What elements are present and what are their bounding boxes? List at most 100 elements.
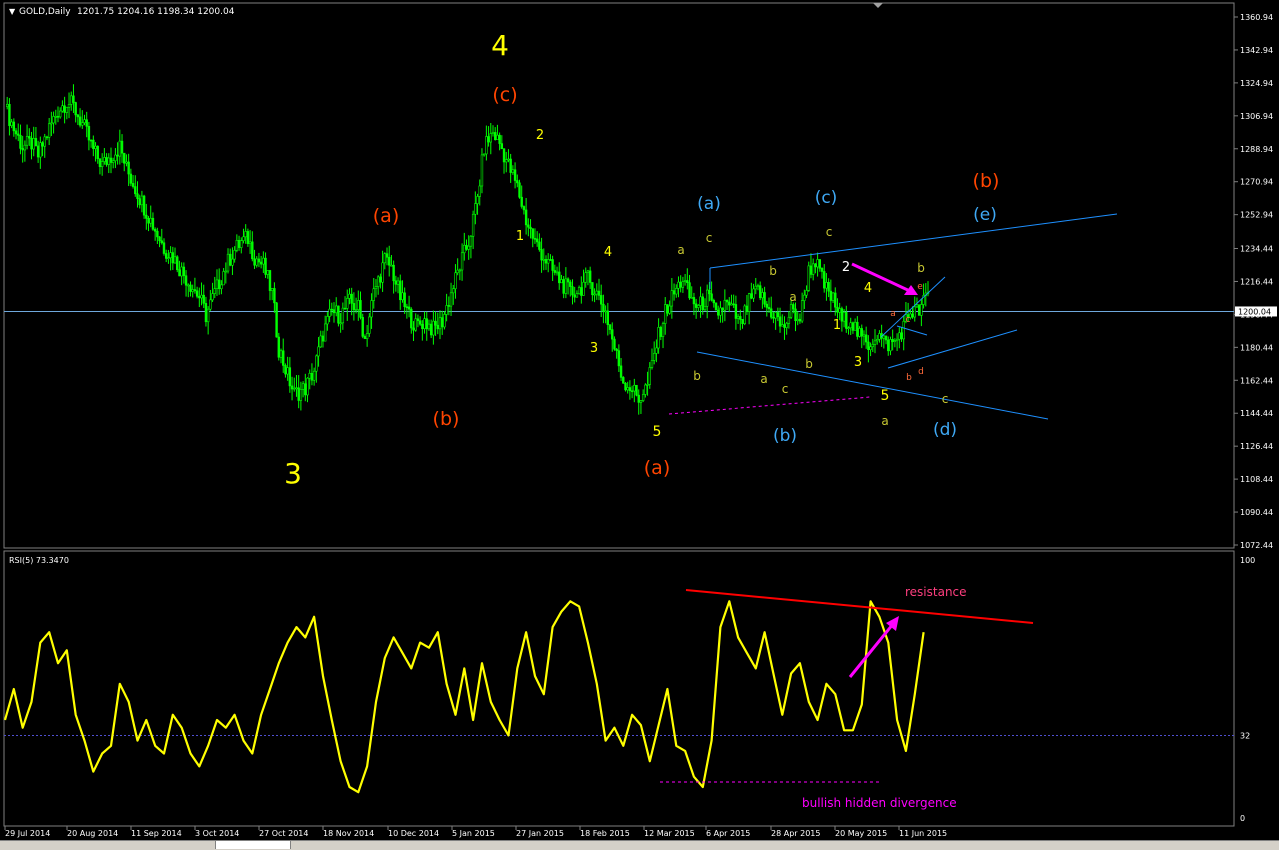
candle-body xyxy=(343,307,347,310)
candle-body xyxy=(114,154,117,162)
candle-body xyxy=(187,284,190,287)
candle-body xyxy=(809,265,813,275)
tab-2[interactable] xyxy=(216,841,291,849)
candle-body xyxy=(297,387,300,401)
candle-body xyxy=(284,365,287,375)
candle-body xyxy=(829,290,833,301)
candle-body xyxy=(107,157,110,165)
candle-body xyxy=(78,116,82,126)
candle-body xyxy=(463,244,466,254)
candle-body xyxy=(524,209,528,226)
candle-body xyxy=(145,214,148,219)
candle-body xyxy=(778,316,782,327)
candle-body xyxy=(206,308,210,323)
candle-body xyxy=(217,279,221,290)
candle-body xyxy=(825,281,828,289)
candle-body xyxy=(920,304,923,316)
candle-body xyxy=(842,312,846,322)
candle-body xyxy=(445,305,448,315)
candle-body xyxy=(584,272,587,283)
candle-body xyxy=(321,335,325,342)
tab-1[interactable] xyxy=(0,841,216,849)
candle-body xyxy=(30,137,33,150)
candle-body xyxy=(876,339,879,342)
candle-body xyxy=(803,294,806,301)
candle-body xyxy=(341,307,345,324)
candle-body xyxy=(732,303,735,306)
price-tick-label: 1216.44 xyxy=(1240,277,1273,286)
candle-body xyxy=(717,309,720,316)
candle-body xyxy=(81,122,84,126)
candle-body xyxy=(500,143,504,150)
candle-body xyxy=(6,104,9,107)
candle-body xyxy=(507,158,510,161)
candle-body xyxy=(195,290,199,297)
date-tick-label: 27 Jan 2015 xyxy=(516,829,564,838)
candle-body xyxy=(171,252,175,264)
candle-body xyxy=(699,296,702,306)
rsi-tick-label: 0 xyxy=(1240,814,1245,823)
candle-body xyxy=(231,258,234,266)
candle-body xyxy=(535,238,539,243)
candle-body xyxy=(162,242,166,254)
candle-body xyxy=(783,324,786,328)
price-tick-label: 1270.94 xyxy=(1240,178,1273,187)
candle-body xyxy=(96,145,99,159)
resistance-label: resistance xyxy=(905,585,967,599)
candle-body xyxy=(222,271,225,286)
price-tick-label: 1342.94 xyxy=(1240,46,1273,55)
candle-body xyxy=(686,280,689,283)
candle-body xyxy=(381,262,384,283)
candle-body xyxy=(164,253,168,259)
candle-body xyxy=(697,305,700,308)
symbol-dropdown-icon[interactable]: ▼ xyxy=(9,7,16,16)
candle-body xyxy=(911,313,914,318)
candle-body xyxy=(215,279,219,289)
candle-body xyxy=(856,321,859,337)
candle-body xyxy=(750,293,753,299)
wave-sub-label: b xyxy=(917,261,925,275)
price-tick-label: 1090.44 xyxy=(1240,508,1273,517)
candle-body xyxy=(259,261,263,265)
wave-small-label: 4 xyxy=(864,281,872,296)
wave-sub-label: c xyxy=(782,382,789,396)
candle-body xyxy=(690,297,693,299)
candle-body xyxy=(306,377,309,396)
tab-3[interactable] xyxy=(291,841,1279,849)
price-tick-label: 1252.94 xyxy=(1240,211,1273,220)
candle-body xyxy=(664,304,667,324)
candle-body xyxy=(913,306,916,318)
candle-body xyxy=(721,307,724,311)
candle-body xyxy=(613,338,616,350)
wave-small-label: 3 xyxy=(854,355,862,370)
candle-body xyxy=(626,387,629,391)
candle-body xyxy=(299,389,303,401)
candle-body xyxy=(723,299,727,311)
price-tick-label: 1324.94 xyxy=(1240,79,1273,88)
candle-body xyxy=(116,154,119,157)
candle-body xyxy=(94,145,97,150)
wave-micro-label: b xyxy=(906,373,912,383)
price-tick-label: 1144.44 xyxy=(1240,409,1273,418)
candle-body xyxy=(200,294,203,299)
candle-body xyxy=(268,270,272,291)
candle-body xyxy=(142,195,146,216)
candle-body xyxy=(359,300,362,318)
candle-body xyxy=(586,270,590,273)
candle-body xyxy=(290,385,294,390)
date-tick-label: 11 Sep 2014 xyxy=(131,829,182,838)
candle-body xyxy=(376,276,380,287)
candle-body xyxy=(761,292,764,299)
wave-sub-label: a xyxy=(789,290,796,304)
candle-body xyxy=(900,332,903,340)
candle-body xyxy=(178,269,181,277)
candle-body xyxy=(666,304,669,314)
candle-body xyxy=(76,114,80,118)
candle-body xyxy=(328,308,331,317)
candle-body xyxy=(889,339,892,352)
candle-body xyxy=(878,333,881,340)
candle-body xyxy=(730,303,733,306)
candle-body xyxy=(235,239,239,251)
candle-body xyxy=(244,231,247,238)
candle-body xyxy=(17,133,20,136)
